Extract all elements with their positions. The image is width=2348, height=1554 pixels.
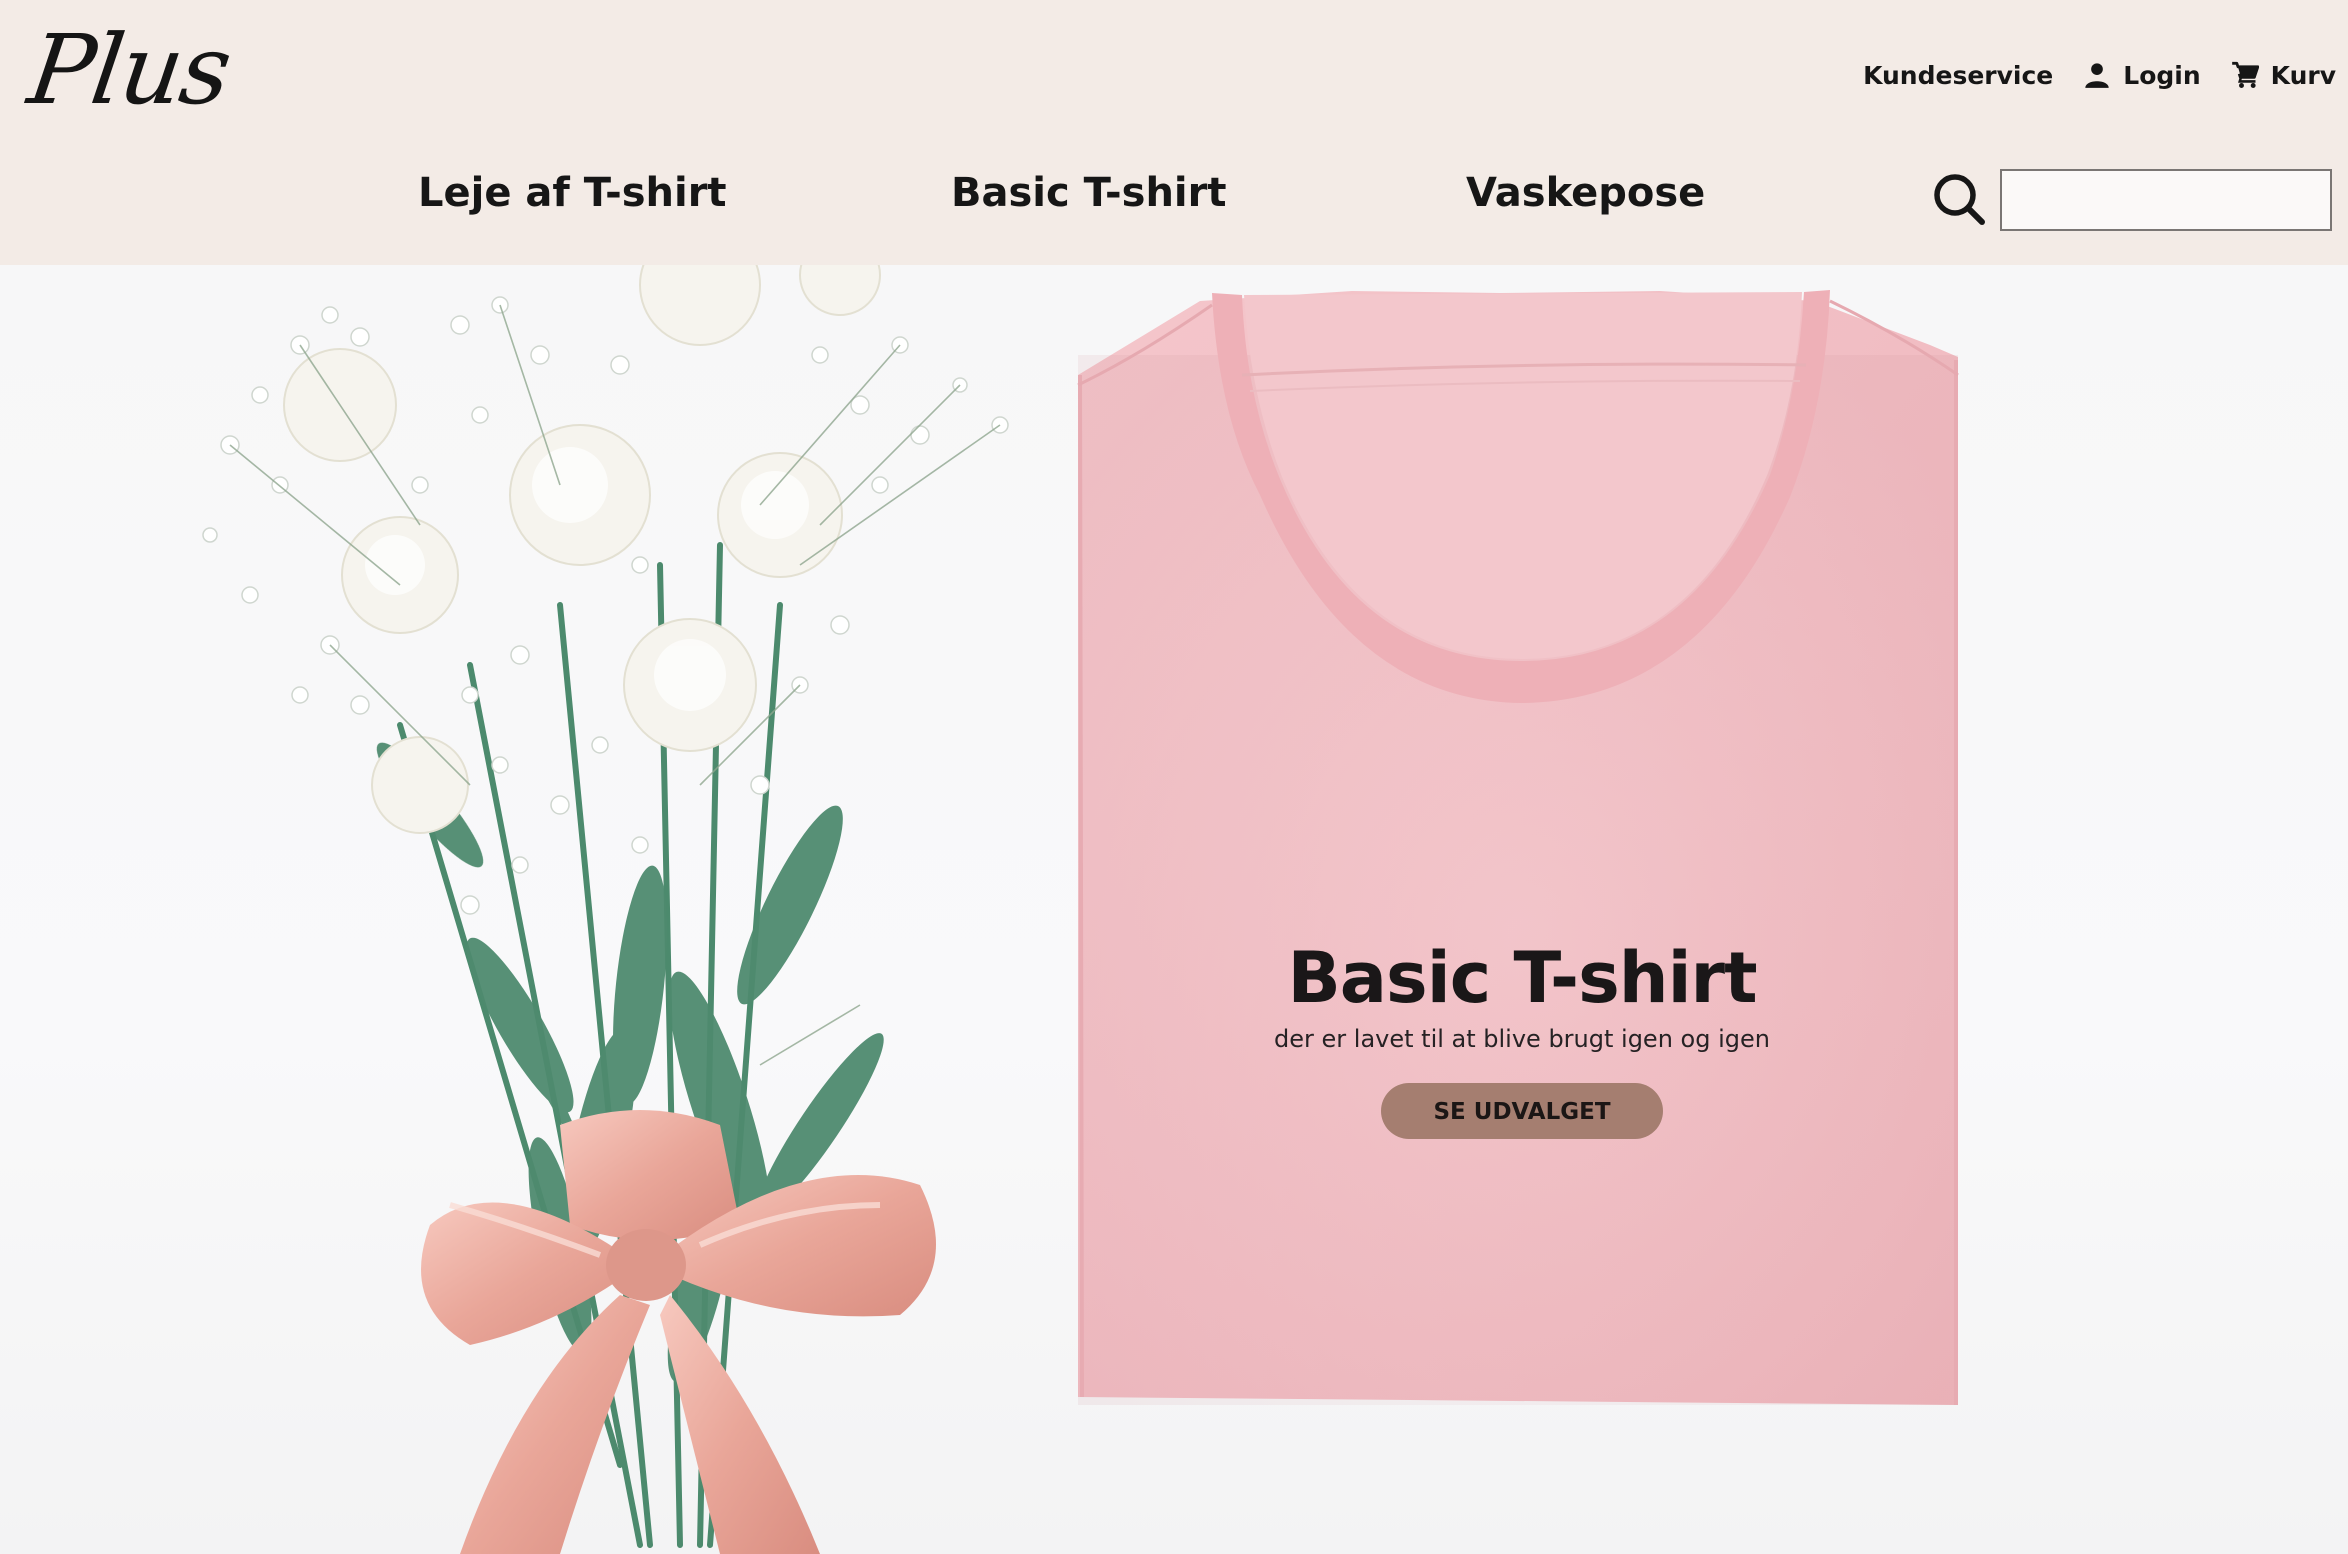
shop-now-button[interactable]: SE UDVALGET bbox=[1381, 1083, 1663, 1139]
search-icon[interactable] bbox=[1930, 170, 1988, 228]
main-nav: Leje af T-shirt Basic T-shirt Vaskepose bbox=[0, 160, 2348, 232]
login-link[interactable]: Login bbox=[2083, 60, 2201, 90]
cart-icon bbox=[2231, 61, 2259, 89]
hero-subtitle: der er lavet til at blive brugt igen og … bbox=[1274, 1025, 1770, 1053]
flower-bouquet bbox=[202, 265, 1009, 1554]
cart-link[interactable]: Kurv bbox=[2231, 61, 2336, 90]
utility-nav: Kundeservice Login Kurv bbox=[1863, 52, 2336, 98]
site-header: Plus Kundeservice Login Kurv Leje af T-s… bbox=[0, 0, 2348, 265]
nav-item-leje-af-tshirt[interactable]: Leje af T-shirt bbox=[418, 170, 727, 216]
hero-banner: Basic T-shirt der er lavet til at blive … bbox=[0, 265, 2348, 1554]
customer-service-label: Kundeservice bbox=[1863, 60, 2054, 90]
nav-item-basic-tshirt[interactable]: Basic T-shirt bbox=[951, 170, 1227, 216]
hero-title: Basic T-shirt bbox=[1287, 937, 1757, 1019]
tshirt-illustration bbox=[1077, 290, 1959, 1405]
page: Plus Kundeservice Login Kurv Leje af T-s… bbox=[0, 0, 2348, 1554]
login-label: Login bbox=[2123, 60, 2201, 90]
hero-content: Basic T-shirt der er lavet til at blive … bbox=[1222, 935, 1822, 1139]
brand-logo[interactable]: Plus bbox=[22, 10, 237, 130]
nav-item-vaskepose[interactable]: Vaskepose bbox=[1466, 170, 1705, 216]
customer-service-link[interactable]: Kundeservice bbox=[1863, 61, 2053, 90]
cart-label: Kurv bbox=[2270, 60, 2336, 90]
user-icon bbox=[2083, 61, 2111, 89]
hero-image bbox=[202, 265, 1959, 1554]
search-input[interactable] bbox=[2000, 169, 2332, 231]
